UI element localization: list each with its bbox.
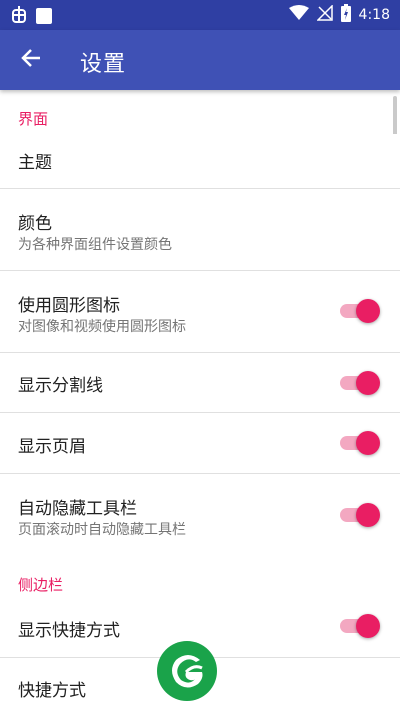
pref-summary: 页面滚动时自动隐藏工具栏: [18, 522, 186, 538]
switch-thumb: [356, 614, 380, 638]
show-dividers-switch[interactable]: [336, 370, 380, 396]
pref-title: 主题: [18, 153, 52, 173]
switch-thumb: [356, 299, 380, 323]
pref-title: 使用圆形图标: [18, 296, 120, 316]
back-button[interactable]: [16, 45, 46, 75]
bug-icon: [10, 4, 28, 28]
section-header-interface: 界面: [18, 110, 49, 128]
app-bar: 设置: [0, 30, 400, 90]
pref-show-header[interactable]: 显示页眉: [0, 413, 400, 473]
pref-title: 颜色: [18, 214, 52, 234]
status-left: [10, 4, 52, 28]
square-notification-icon: [36, 8, 52, 24]
pref-round-icons[interactable]: 使用圆形图标 对图像和视频使用圆形图标: [0, 271, 400, 352]
clock: 4:18: [358, 7, 390, 23]
pref-color[interactable]: 颜色 为各种界面组件设置颜色: [0, 189, 400, 270]
pref-title: 显示分割线: [18, 376, 103, 396]
pref-auto-hide-toolbar[interactable]: 自动隐藏工具栏 页面滚动时自动隐藏工具栏: [0, 474, 400, 556]
switch-thumb: [356, 503, 380, 527]
pref-title: 显示页眉: [18, 437, 86, 457]
page-title: 设置: [80, 52, 127, 77]
status-bar: 4:18: [0, 0, 400, 30]
watermark-logo: [156, 640, 218, 702]
section-header-sidebar: 侧边栏: [18, 576, 64, 594]
pref-title: 自动隐藏工具栏: [18, 499, 137, 519]
switch-thumb: [356, 431, 380, 455]
show-header-switch[interactable]: [336, 430, 380, 456]
pref-theme[interactable]: 主题: [0, 134, 400, 188]
pref-summary: 为各种界面组件设置颜色: [18, 237, 172, 253]
arrow-back-icon: [20, 47, 42, 73]
status-right: 4:18: [288, 4, 390, 26]
pref-title: 显示快捷方式: [18, 621, 120, 641]
pref-summary: 对图像和视频使用圆形图标: [18, 319, 186, 335]
pref-title: 快捷方式: [18, 681, 86, 701]
battery-charging-icon: [340, 4, 351, 26]
show-shortcuts-switch[interactable]: [336, 613, 380, 639]
switch-thumb: [356, 371, 380, 395]
pref-show-dividers[interactable]: 显示分割线: [0, 353, 400, 412]
auto-hide-toolbar-switch[interactable]: [336, 502, 380, 528]
round-icons-switch[interactable]: [336, 298, 380, 324]
no-signal-icon: [315, 4, 333, 25]
wifi-icon: [288, 5, 309, 25]
